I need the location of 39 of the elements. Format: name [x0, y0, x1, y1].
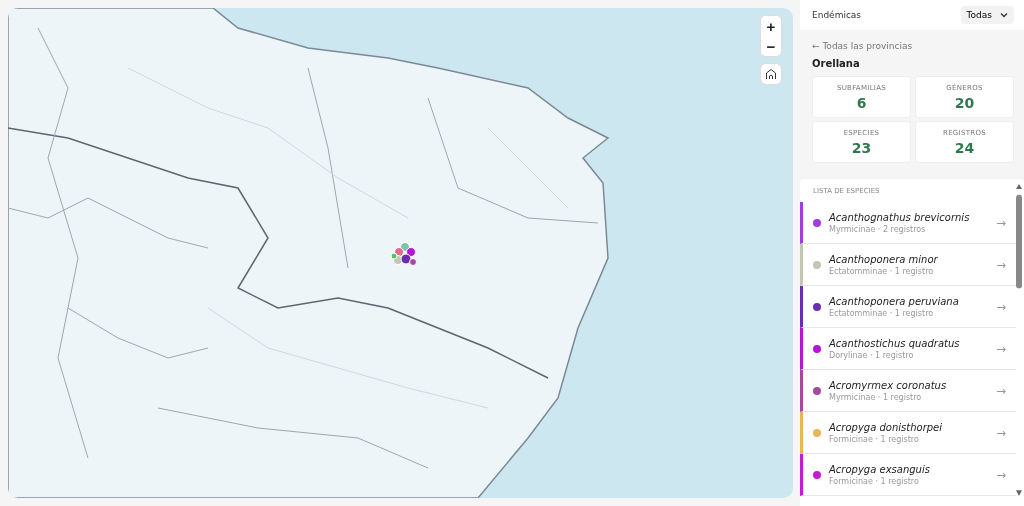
species-name: Acropyga exsanguis	[829, 463, 931, 475]
species-detail: Formicinae · 1 registro	[829, 434, 920, 444]
species-detail: Ectatomminae · 1 registro	[829, 266, 935, 276]
back-link[interactable]: ← Todas las provincias	[812, 41, 1024, 51]
species-name: Acanthoponera minor	[829, 253, 939, 265]
arrow-icon: →	[995, 257, 1006, 272]
species-name: Acropyga donisthorpei	[829, 421, 944, 433]
arrow-icon: →	[995, 467, 1006, 482]
map-area[interactable]: + −	[8, 8, 793, 498]
species-name: Acanthoponera peruviana	[829, 295, 960, 307]
arrow-icon: →	[995, 383, 1006, 398]
home-button[interactable]	[761, 64, 781, 84]
scrollbar[interactable]	[1015, 183, 1023, 498]
home-icon	[765, 68, 777, 80]
stat-value: 20	[954, 94, 975, 111]
species-detail: Formicinae · 1 registro	[829, 476, 920, 486]
species-row[interactable]: Acanthoponera peruviana Ectatomminae · 1 registro →	[800, 286, 1016, 328]
filter-label: Endémicas	[812, 10, 862, 20]
species-row[interactable]: Acropyga donisthorpei Formicinae · 1 registro →	[800, 412, 1016, 454]
species-detail: Myrmicinae · 2 registros	[829, 224, 927, 234]
stat-value: 6	[856, 94, 867, 111]
species-detail: Dorylinae · 1 registro	[829, 350, 915, 360]
species-detail: Myrmicinae · 1 registro	[829, 392, 923, 402]
arrow-icon: →	[995, 215, 1006, 230]
species-row[interactable]: Acanthostichus quadratus Dorylinae · 1 registro →	[800, 328, 1016, 370]
species-detail: Ectatomminae · 1 registro	[829, 308, 935, 318]
species-name: Acanthognathus brevicornis	[829, 211, 971, 223]
species-name: Acromyrmex coronatus	[829, 379, 948, 391]
stat-value: 23	[851, 139, 872, 156]
species-row[interactable]: Acromyrmex coronatus Myrmicinae · 1 registro →	[800, 370, 1016, 412]
arrow-icon: →	[995, 425, 1006, 440]
arrow-icon: →	[995, 341, 1006, 356]
stat-value: 24	[954, 139, 975, 156]
species-row[interactable]: Acropyga exsanguis Formicinae · 1 registro →	[800, 454, 1016, 496]
filter-select[interactable]: Todas	[960, 6, 1014, 24]
province-title: Orellana	[812, 58, 861, 69]
species-name: Acanthostichus quadratus	[829, 337, 961, 349]
arrow-icon: →	[995, 299, 1006, 314]
chevron-down-icon	[1000, 12, 1008, 18]
